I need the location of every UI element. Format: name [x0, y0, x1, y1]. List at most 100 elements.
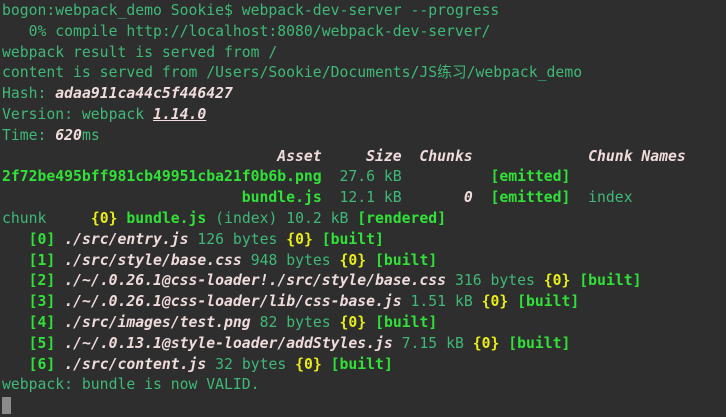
- terminal-cursor: [2, 397, 11, 414]
- terminal-text: bundle.js: [242, 189, 322, 206]
- terminal-text: [built]: [375, 252, 437, 269]
- terminal-text: 12.1 kB: [322, 189, 464, 206]
- terminal-line: [6] ./src/content.js 32 bytes {0} [built…: [2, 355, 726, 376]
- terminal-line: Asset Size Chunks Chunk Names: [2, 147, 726, 168]
- terminal-text: [2, 252, 29, 269]
- terminal-text: ms: [82, 127, 100, 144]
- terminal-text: ./src/content.js: [64, 356, 206, 373]
- terminal-text: webpack result is served from /: [2, 44, 277, 61]
- terminal-text: {0}: [340, 314, 367, 331]
- terminal-text: 27.6 kB: [322, 168, 491, 185]
- terminal-text: 1.14.0: [153, 106, 206, 123]
- terminal-text: {0}: [482, 293, 509, 310]
- terminal-text: ./~/.0.13.1@style-loader/addStyles.js: [64, 335, 393, 352]
- terminal-text: [55, 231, 64, 248]
- terminal-line: bogon:webpack_demo Sookie$ webpack-dev-s…: [2, 1, 726, 22]
- terminal-text: Version: webpack: [2, 106, 153, 123]
- terminal-text: 0% compile http://localhost:8080/webpack…: [2, 23, 490, 40]
- terminal-text: {0}: [340, 252, 367, 269]
- terminal-text: [2, 293, 29, 310]
- terminal-text: [rendered]: [357, 210, 446, 227]
- terminal-text: [0]: [29, 231, 56, 248]
- terminal-line: [3] ./~/.0.26.1@css-loader/lib/css-base.…: [2, 292, 726, 313]
- terminal-text: Asset Size Chunks Chunk Names: [2, 148, 686, 165]
- terminal-text: [2, 189, 242, 206]
- terminal-text: {0}: [473, 335, 500, 352]
- terminal-text: 32 bytes: [206, 356, 295, 373]
- terminal-text: [built]: [322, 231, 384, 248]
- terminal-text: [508, 293, 517, 310]
- terminal-text: [2, 314, 29, 331]
- terminal-text: [6]: [29, 356, 56, 373]
- terminal-text: ./src/style/base.css: [64, 252, 242, 269]
- terminal-line: 0% compile http://localhost:8080/webpack…: [2, 22, 726, 43]
- terminal-text: [emitted]: [490, 168, 570, 185]
- terminal-text: [366, 314, 375, 331]
- terminal-text: [322, 356, 331, 373]
- terminal-window[interactable]: bogon:webpack_demo Sookie$ webpack-dev-s…: [0, 0, 726, 417]
- terminal-text: {0}: [91, 210, 118, 227]
- terminal-line: Hash: adaa911ca44c5f446427: [2, 84, 726, 105]
- terminal-text: [2, 335, 29, 352]
- terminal-text: [55, 356, 64, 373]
- terminal-text: index: [570, 189, 632, 206]
- terminal-text: [3]: [29, 293, 56, 310]
- terminal-text: [55, 293, 64, 310]
- terminal-line: [0] ./src/entry.js 126 bytes {0} [built]: [2, 230, 726, 251]
- terminal-line: content is served from /Users/Sookie/Doc…: [2, 63, 726, 84]
- terminal-text: [4]: [29, 314, 56, 331]
- terminal-line: bundle.js 12.1 kB 0 [emitted] index: [2, 188, 726, 209]
- terminal-text: [2]: [29, 272, 56, 289]
- terminal-line: [5] ./~/.0.13.1@style-loader/addStyles.j…: [2, 334, 726, 355]
- terminal-text: bogon:webpack_demo Sookie$ webpack-dev-s…: [2, 2, 499, 19]
- terminal-text: [built]: [375, 314, 437, 331]
- terminal-line: webpack: bundle is now VALID.: [2, 375, 726, 396]
- terminal-line: webpack result is served from /: [2, 43, 726, 64]
- terminal-text: [570, 272, 579, 289]
- terminal-text: 316 bytes: [446, 272, 544, 289]
- terminal-text: ./~/.0.26.1@css-loader/lib/css-base.js: [64, 293, 401, 310]
- terminal-text: 7.15 kB: [393, 335, 473, 352]
- terminal-text: ./src/images/test.png: [64, 314, 251, 331]
- terminal-text: Time:: [2, 127, 55, 144]
- terminal-text: [built]: [517, 293, 579, 310]
- terminal-text: {0}: [544, 272, 571, 289]
- terminal-text: [499, 335, 508, 352]
- terminal-text: [55, 272, 64, 289]
- terminal-text: [2, 356, 29, 373]
- terminal-text: 82 bytes: [251, 314, 340, 331]
- terminal-line: Time: 620ms: [2, 126, 726, 147]
- terminal-text: {0}: [295, 356, 322, 373]
- terminal-text: [55, 335, 64, 352]
- terminal-line: Version: webpack 1.14.0: [2, 105, 726, 126]
- terminal-text: [366, 252, 375, 269]
- terminal-line: [2, 396, 726, 417]
- terminal-text: (index) 10.2 kB: [206, 210, 357, 227]
- terminal-text: ./src/entry.js: [64, 231, 188, 248]
- terminal-line: [1] ./src/style/base.css 948 bytes {0} […: [2, 251, 726, 272]
- terminal-text: [built]: [331, 356, 393, 373]
- terminal-text: adaa911ca44c5f446427: [55, 85, 233, 102]
- terminal-text: [55, 314, 64, 331]
- terminal-line: [4] ./src/images/test.png 82 bytes {0} […: [2, 313, 726, 334]
- terminal-line: [2] ./~/.0.26.1@css-loader!./src/style/b…: [2, 271, 726, 292]
- terminal-text: 0: [464, 189, 473, 206]
- terminal-text: [55, 252, 64, 269]
- terminal-text: [built]: [508, 335, 570, 352]
- terminal-text: [5]: [29, 335, 56, 352]
- terminal-text: [2, 231, 29, 248]
- terminal-text: 948 bytes: [242, 252, 340, 269]
- terminal-text: [built]: [579, 272, 641, 289]
- terminal-text: content is served from /Users/Sookie/Doc…: [2, 64, 582, 81]
- terminal-text: [473, 189, 491, 206]
- terminal-text: chunk: [2, 210, 91, 227]
- terminal-text: 126 bytes: [189, 231, 287, 248]
- terminal-line: 2f72be495bff981cb49951cba21f0b6b.png 27.…: [2, 167, 726, 188]
- terminal-text: 2f72be495bff981cb49951cba21f0b6b.png: [2, 168, 322, 185]
- terminal-text: bundle.js: [126, 210, 206, 227]
- terminal-text: [313, 231, 322, 248]
- terminal-text: [emitted]: [490, 189, 570, 206]
- terminal-text: Hash:: [2, 85, 55, 102]
- terminal-text: 620: [55, 127, 82, 144]
- terminal-text: [2, 272, 29, 289]
